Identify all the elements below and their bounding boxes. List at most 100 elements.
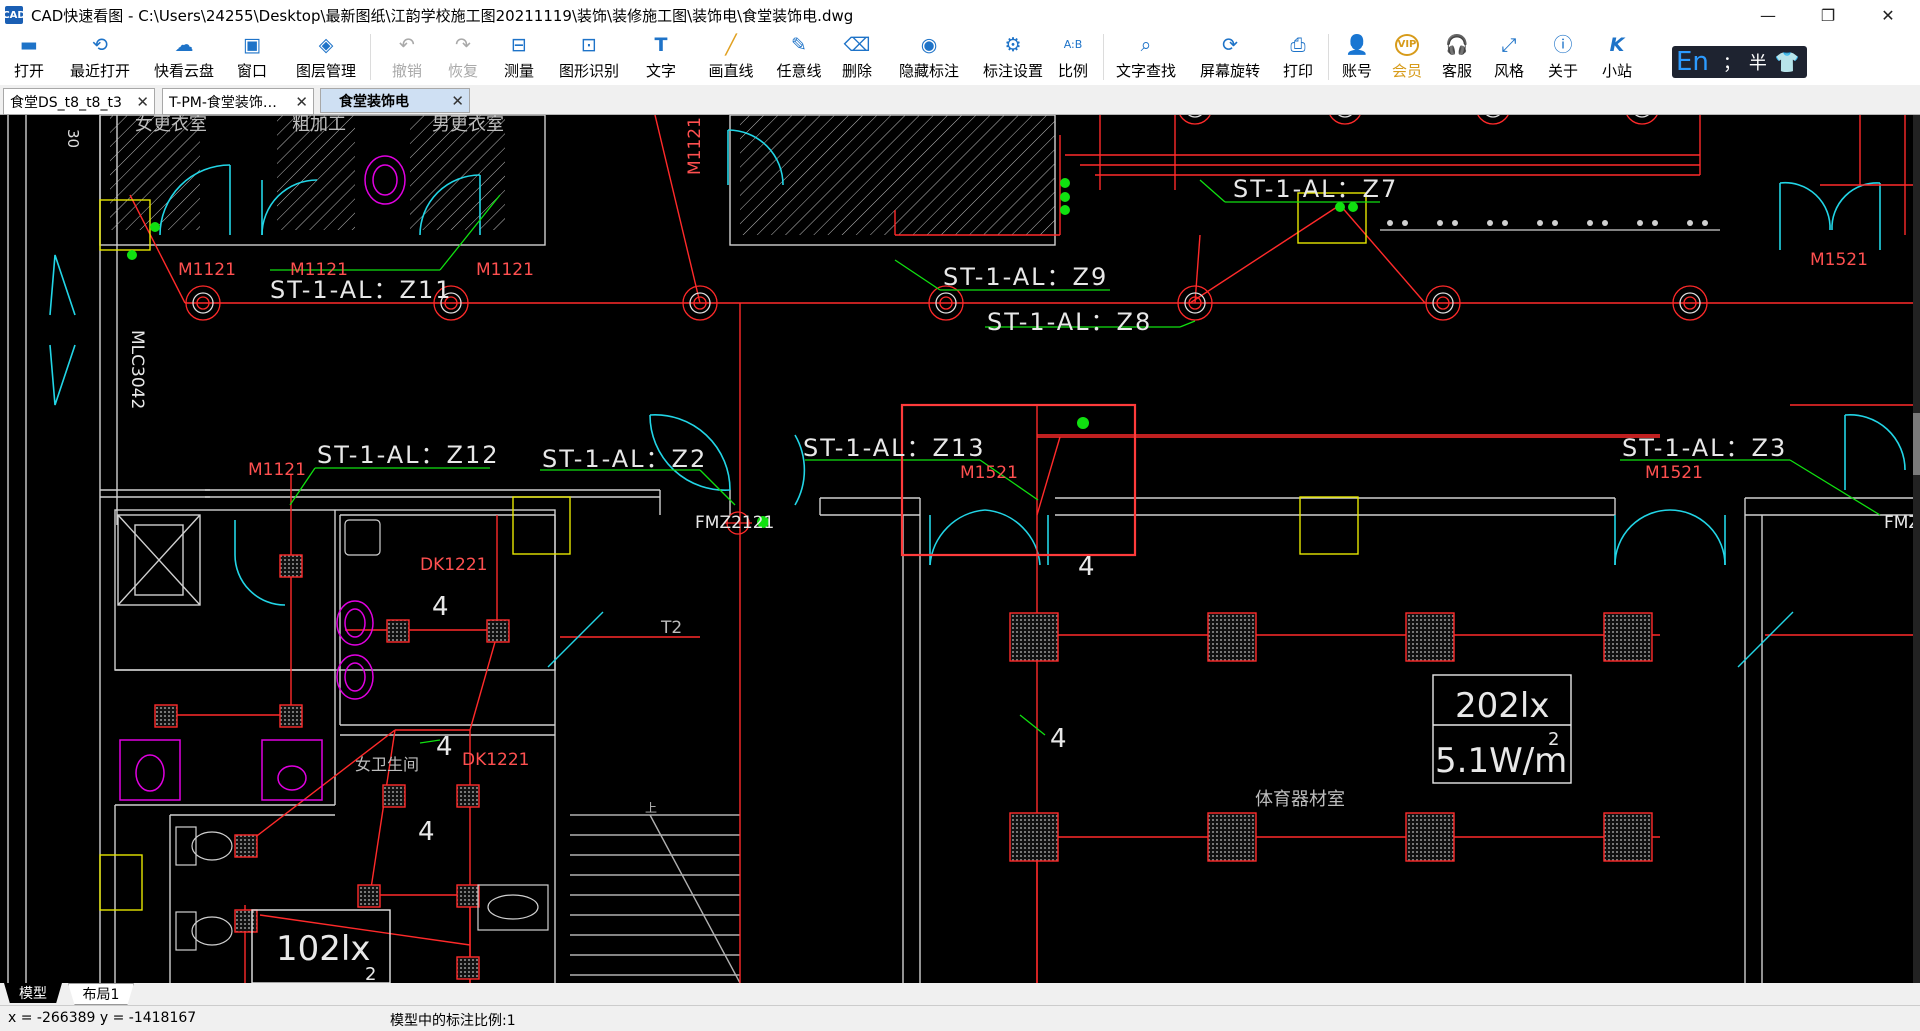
about-button[interactable]: ⓘ 关于	[1547, 30, 1579, 85]
circuit-label: ST-1-AL：Z2	[542, 445, 707, 473]
shape-recog-button[interactable]: ⊡ 图形识别	[557, 30, 621, 85]
cad-drawing[interactable]: 30 女更衣室 粗加工 男更衣室 M1121 M1121 M1121 M1121…	[0, 115, 1920, 983]
cloud-icon: ☁	[174, 34, 194, 56]
layers-button[interactable]: ◈ 图层管理	[294, 30, 358, 85]
ime-width: 半	[1748, 53, 1767, 74]
superscript: 2	[365, 964, 376, 983]
text-icon: T	[654, 34, 668, 56]
user-icon: 👤	[1345, 34, 1369, 56]
any-line-button[interactable]: ✎ 任意线	[775, 30, 823, 85]
text-search-icon: ⌕	[1140, 34, 1152, 56]
circuit-label: ST-1-AL：Z12	[317, 441, 500, 469]
rotate-screen-icon: ⟳	[1222, 34, 1238, 56]
wire-count: 4	[436, 732, 453, 762]
vip-crown-icon: VIP	[1395, 34, 1419, 56]
scale-icon: A:B	[1063, 38, 1083, 51]
tab-close-icon[interactable]: ✕	[451, 92, 464, 110]
ruler-icon: ⊟	[511, 34, 527, 56]
ime-punct: ；	[1722, 53, 1741, 74]
hide-dim-button[interactable]: ◉ 隐藏标注	[897, 30, 961, 85]
ime-mode: En	[1676, 47, 1709, 77]
doc-tab-2[interactable]: T-PM-食堂装饰… ✕	[162, 88, 314, 115]
door-tag: DK1221	[462, 750, 530, 770]
theme-icon: ⤢	[1501, 34, 1517, 56]
measure-button[interactable]: ⊟ 测量	[503, 30, 535, 85]
door-tag: M1121	[178, 260, 236, 280]
window-tag: MLC3042	[127, 330, 147, 409]
wire-count: 4	[432, 592, 449, 622]
doc-tab-1[interactable]: 食堂DS_t8_t8_t3 ✕	[3, 88, 155, 115]
print-button[interactable]: ⎙ 打印	[1282, 30, 1314, 85]
door-tag: M1521	[960, 463, 1018, 483]
headset-icon: 🎧	[1445, 34, 1469, 56]
room-label: 女卫生间	[355, 755, 419, 774]
eraser-icon: ⌫	[843, 34, 871, 56]
doc-tab-3[interactable]: 食堂装饰电 ✕	[320, 88, 470, 113]
station-button[interactable]: K 小站	[1601, 30, 1633, 85]
scrollbar-thumb[interactable]	[1913, 413, 1920, 475]
layers-icon: ◈	[318, 34, 334, 56]
cad-app-icon: CAD	[2, 6, 26, 24]
lux-info-box	[251, 674, 1572, 983]
style-button[interactable]: ⤢ 风格	[1493, 30, 1525, 85]
vip-button[interactable]: VIP 会员	[1391, 30, 1423, 85]
drawing-canvas[interactable]: 30 女更衣室 粗加工 男更衣室 M1121 M1121 M1121 M1121…	[0, 115, 1920, 983]
info-icon: ⓘ	[1553, 34, 1573, 56]
recent-button[interactable]: ⟲ 最近打开	[68, 30, 132, 85]
dimension-settings-icon: ⚙	[1004, 34, 1022, 56]
text-button[interactable]: T 文字	[645, 30, 677, 85]
redo-button[interactable]: ↷ 恢复	[447, 30, 479, 85]
undo-icon: ↶	[399, 34, 415, 56]
door-tag: M1521	[1810, 250, 1868, 270]
tab-model[interactable]: 模型	[4, 983, 62, 1003]
redo-icon: ↷	[455, 34, 471, 56]
text-search-button[interactable]: ⌕ 文字查找	[1114, 30, 1178, 85]
door-tag: FMZ2121	[695, 513, 774, 533]
tab-close-icon[interactable]: ✕	[295, 93, 308, 111]
shape-recognition-icon: ⊡	[581, 34, 597, 56]
printer-icon: ⎙	[1290, 34, 1306, 56]
tab-close-icon[interactable]: ✕	[136, 93, 149, 111]
door-tag: M1121	[248, 460, 306, 480]
scale-readout: 模型中的标注比例:1	[390, 1013, 516, 1029]
service-button[interactable]: 🎧 客服	[1441, 30, 1473, 85]
vertical-scrollbar[interactable]	[1913, 115, 1920, 983]
lux-value: 102lx	[276, 929, 370, 969]
rotate-button[interactable]: ⟳ 屏幕旋转	[1198, 30, 1262, 85]
line-icon: ╱	[725, 34, 737, 56]
toolbar-divider	[1103, 34, 1104, 80]
open-button[interactable]: ▬ 打开	[8, 30, 50, 85]
tab-layout1[interactable]: 布局1	[68, 983, 134, 1005]
cloud-button[interactable]: ☁ 快看云盘	[152, 30, 216, 85]
undo-button[interactable]: ↶ 撤销	[391, 30, 423, 85]
window-icon: ▣	[243, 34, 261, 56]
minimize-button[interactable]: —	[1740, 0, 1796, 30]
circuit-label: ST-1-AL：Z3	[1622, 434, 1787, 462]
lux-value: 202lx	[1455, 686, 1549, 726]
window-title: CAD快速看图 - C:\Users\24255\Desktop\最新图纸\江韵…	[31, 6, 854, 25]
scale-button[interactable]: A:B 比例	[1057, 30, 1089, 85]
room-number: 30	[64, 129, 82, 148]
door-tag: DK1221	[420, 555, 488, 575]
selection-highlight[interactable]	[900, 403, 1137, 557]
main-toolbar: ▬ 打开 ⟲ 最近打开 ☁ 快看云盘 ▣ 窗口 ◈ 图层管理 ↶ 撤销 ↷ 恢复…	[0, 30, 1920, 86]
circuit-label: ST-1-AL：Z8	[987, 308, 1152, 336]
circuit-label: ST-1-AL：Z11	[270, 276, 453, 304]
delete-button[interactable]: ⌫ 删除	[841, 30, 873, 85]
dim-settings-button[interactable]: ⚙ 标注设置	[981, 30, 1045, 85]
toolbar-divider	[1328, 34, 1329, 80]
circuit-label: ST-1-AL：Z13	[803, 434, 986, 462]
ime-indicator[interactable]: En ； 半 👕	[1672, 46, 1807, 78]
account-button[interactable]: 👤 账号	[1341, 30, 1373, 85]
k-logo-icon: K	[1609, 34, 1625, 56]
stair-direction: 上	[645, 801, 657, 815]
draw-line-button[interactable]: ╱ 画直线	[707, 30, 755, 85]
document-tabbar: 食堂DS_t8_t8_t3 ✕ T-PM-食堂装饰… ✕ 食堂装饰电 ✕	[0, 85, 1920, 115]
window-button[interactable]: ▣ 窗口	[236, 30, 268, 85]
minimize-icon: —	[1760, 5, 1776, 25]
wire-count: 4	[1050, 724, 1067, 754]
status-bar: x = -266389 y = -1418167 模型中的标注比例:1	[0, 1005, 1920, 1031]
close-button[interactable]: ✕	[1860, 0, 1916, 30]
restore-button[interactable]: ❐	[1800, 0, 1856, 30]
door-tag: M1121	[685, 117, 705, 175]
